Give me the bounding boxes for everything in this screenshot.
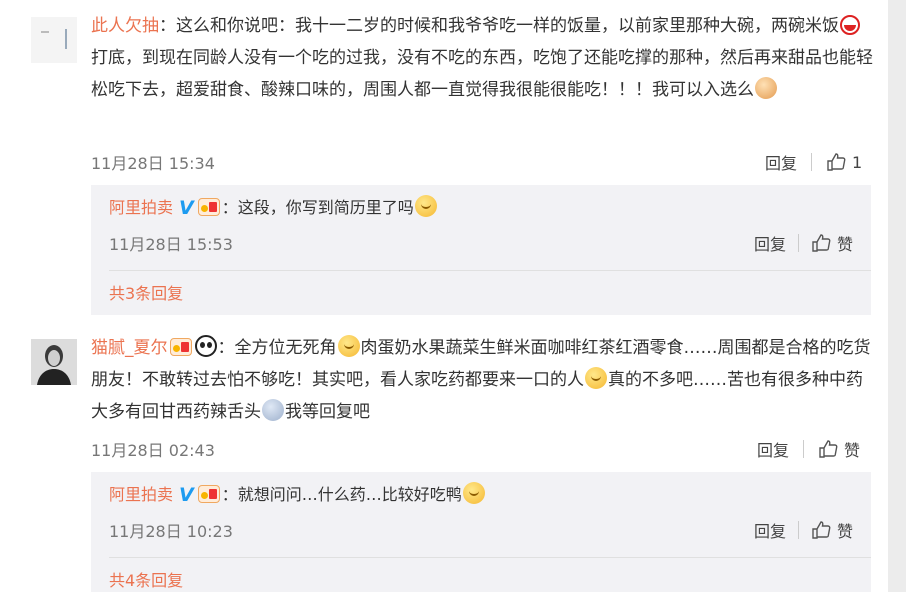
divider (803, 440, 805, 458)
comment-time: 11月28日 15:34 (91, 154, 215, 173)
avatar[interactable] (31, 17, 77, 63)
smile-emoji-icon (414, 195, 437, 217)
reply-body: 阿里拍卖 V ：这段，你写到简历里了吗 (109, 193, 438, 223)
reply-actions: 回复 赞 (754, 518, 853, 542)
reply-body: 阿里拍卖 V ：就想问问…什么药…比较好吃鸭 (109, 480, 486, 510)
yum-emoji-icon (585, 367, 607, 389)
divider (797, 521, 799, 539)
like-button[interactable]: 赞 (811, 231, 853, 255)
comment-time: 11月28日 02:43 (91, 441, 215, 460)
like-label: 赞 (836, 235, 853, 254)
verified-v-icon: V (179, 197, 194, 219)
comment-actions: 回复 1 (765, 150, 862, 174)
thumb-up-icon (819, 440, 838, 458)
reply-box: 阿里拍卖 V ：这段，你写到简历里了吗 11月28日 15:53 回复 赞 共3条回… (91, 185, 871, 315)
comment-body: 此人欠抽：这么和你说吧：我十一二岁的时候和我爷爷吃一样的饭量，以前家里那种大碗，… (91, 10, 873, 106)
cat-emoji-icon (755, 77, 777, 99)
comment-text-cont: 我等回复吧 (285, 402, 370, 422)
reply-text: ：这段，你写到简历里了吗 (221, 198, 414, 217)
comment-list: 此人欠抽：这么和你说吧：我十一二岁的时候和我爷爷吃一样的饭量，以前家里那种大碗，… (0, 0, 888, 592)
comment-username[interactable]: 此人欠抽 (91, 16, 159, 36)
doge-emoji-icon (462, 482, 485, 504)
verified-v-icon: V (179, 484, 194, 506)
scared-emoji-icon (262, 399, 284, 421)
reply-button[interactable]: 回复 (757, 437, 789, 461)
comment-body: 猫腻_夏尔 ：全方位无死角 肉蛋奶水果蔬菜生鲜米面咖啡红茶红酒零食……周围都是合格的… (91, 332, 873, 428)
avatar-image (31, 17, 77, 63)
reply-box: 阿里拍卖 V ：就想问问…什么药…比较好吃鸭 11月28日 10:23 回复 赞 共… (91, 472, 871, 592)
reply-button[interactable]: 回复 (765, 150, 797, 174)
comment-username[interactable]: 猫腻_夏尔 (91, 338, 168, 358)
vip-badge-icon (169, 338, 192, 356)
divider (797, 234, 799, 252)
laughing-emoji-icon (337, 335, 360, 357)
divider (811, 153, 813, 171)
comment-text: ：全方位无死角 (217, 338, 337, 358)
divider (109, 270, 871, 271)
vip-badge-icon (197, 485, 220, 503)
comment-actions: 回复 赞 (757, 437, 860, 461)
reply-text: ：就想问问…什么药…比较好吃鸭 (221, 485, 462, 504)
panda-icon (194, 335, 217, 357)
reply-button[interactable]: 回复 (754, 518, 786, 542)
reply-time: 11月28日 10:23 (109, 522, 233, 541)
like-button[interactable]: 赞 (811, 518, 853, 542)
reply-actions: 回复 赞 (754, 231, 853, 255)
comment-text: ：这么和你说吧：我十一二岁的时候和我爷爷吃一样的饭量，以前家里那种大碗，两碗米饭 (159, 16, 839, 36)
vip-badge-icon (197, 198, 220, 216)
like-button[interactable]: 1 (826, 152, 862, 172)
avatar-image (31, 339, 77, 385)
more-replies-link[interactable]: 共3条回复 (109, 280, 183, 304)
reply-button[interactable]: 回复 (754, 231, 786, 255)
reply-username[interactable]: 阿里拍卖 (109, 485, 173, 504)
more-replies-link[interactable]: 共4条回复 (109, 567, 183, 591)
thumb-up-icon (812, 234, 831, 252)
like-label: 赞 (836, 522, 853, 541)
thumb-up-icon (827, 153, 846, 171)
avatar[interactable] (31, 339, 77, 385)
divider (109, 557, 871, 558)
rice-bowl-icon (840, 15, 860, 35)
thumb-up-icon (812, 521, 831, 539)
reply-username[interactable]: 阿里拍卖 (109, 198, 173, 217)
reply-time: 11月28日 15:53 (109, 235, 233, 254)
scrollbar[interactable] (888, 0, 906, 592)
like-count: 1 (852, 152, 863, 172)
like-label: 赞 (844, 441, 861, 460)
like-button[interactable]: 赞 (818, 437, 860, 461)
